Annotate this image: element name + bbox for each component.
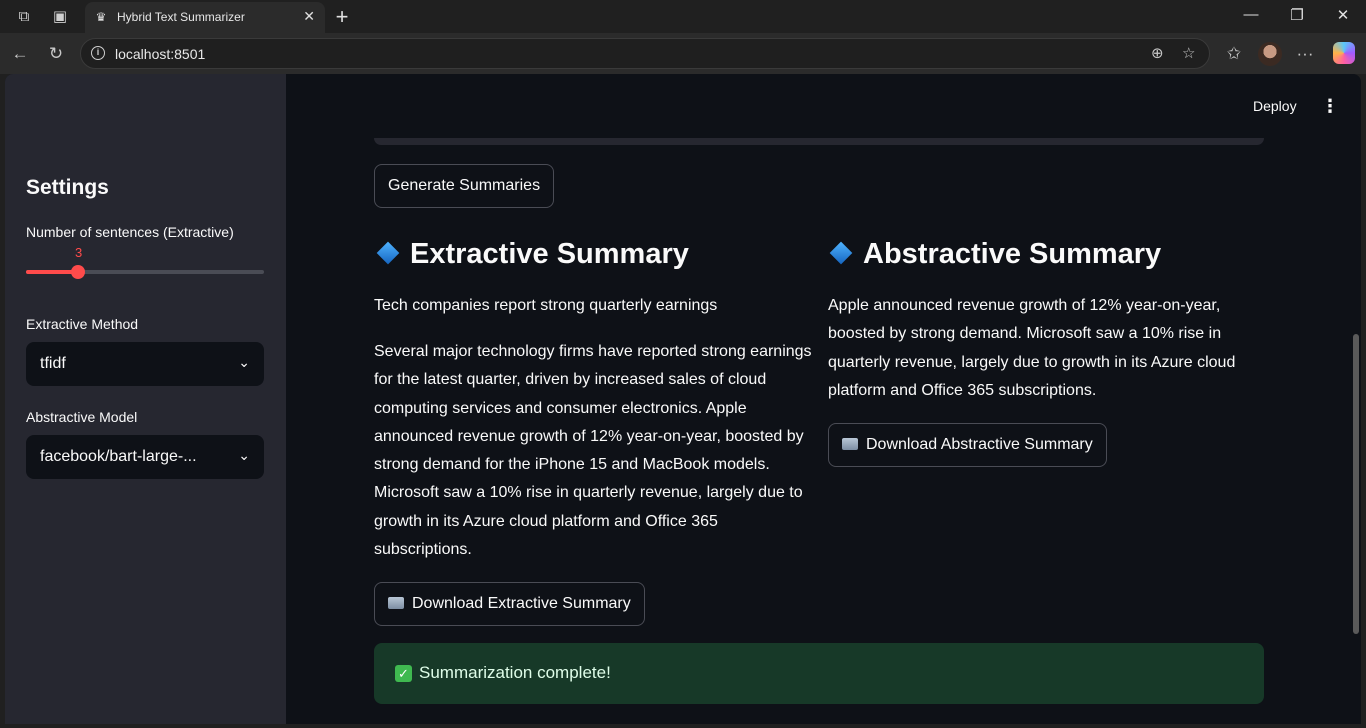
sentences-slider-track[interactable] [26, 270, 264, 274]
restore-icon[interactable]: ❐ [1282, 6, 1312, 24]
more-menu-icon[interactable]: ··· [1294, 43, 1316, 65]
vertical-tabs-icon[interactable]: ▣ [50, 7, 70, 27]
download-tray-icon [842, 437, 858, 450]
browser-tab-bar: ⧉ ▣ ♛ Hybrid Text Summarizer ✕ + — ❐ ✕ [0, 0, 1366, 33]
generate-summaries-button[interactable]: Generate Summaries [374, 164, 555, 208]
sidebar-title: Settings [26, 176, 109, 199]
download-abstractive-button[interactable]: Download Abstractive Summary [828, 423, 1107, 467]
favorite-star-icon[interactable]: ☆ [1182, 44, 1195, 62]
blue-diamond-icon [376, 242, 400, 265]
chevron-down-icon: ⌄ [238, 447, 250, 463]
reload-icon[interactable]: ↻ [45, 43, 67, 65]
main-scrollbar[interactable] [1353, 334, 1359, 634]
download-extractive-button[interactable]: Download Extractive Summary [374, 582, 645, 626]
check-mark-icon: ✓ [395, 665, 412, 682]
abstractive-model-value: facebook/bart-large-... [40, 448, 197, 465]
extractive-title: Extractive Summary [374, 238, 689, 271]
copilot-icon[interactable] [1333, 42, 1355, 64]
back-icon[interactable]: ← [9, 43, 31, 65]
abstractive-model-label: Abstractive Model [26, 409, 138, 425]
success-alert: ✓ Summarization complete! [374, 643, 1264, 704]
extractive-method-label: Extractive Method [26, 316, 139, 332]
profile-avatar[interactable] [1258, 42, 1282, 66]
streamlit-crown-icon: ♛ [95, 10, 107, 24]
main-content: Deploy ⋮ Generate Summaries Extractive S… [286, 74, 1361, 724]
sentences-slider-thumb[interactable] [71, 265, 86, 279]
browser-tab[interactable]: ♛ Hybrid Text Summarizer ✕ [85, 2, 325, 33]
extractive-method-value: tfidf [40, 355, 66, 372]
address-bar: ← ↻ i localhost:8501 ⊕ ☆ ✩ ··· [0, 33, 1366, 74]
sentences-slider-value: 3 [75, 245, 83, 260]
tab-title: Hybrid Text Summarizer [117, 10, 245, 24]
download-extractive-label: Download Extractive Summary [412, 595, 631, 612]
input-textarea[interactable] [374, 138, 1264, 145]
abstractive-title-text: Abstractive Summary [863, 238, 1162, 270]
blue-diamond-icon [829, 242, 853, 265]
extractive-title-text: Extractive Summary [410, 238, 689, 270]
zoom-icon[interactable]: ⊕ [1151, 44, 1164, 62]
extractive-body: Several major technology firms have repo… [374, 343, 812, 559]
close-window-icon[interactable]: ✕ [1328, 6, 1358, 24]
abstractive-title: Abstractive Summary [827, 238, 1161, 271]
chevron-down-icon: ⌄ [238, 354, 250, 370]
url-text[interactable]: localhost:8501 [115, 46, 205, 62]
main-menu-icon[interactable]: ⋮ [1321, 96, 1339, 117]
success-message: Summarization complete! [419, 663, 611, 682]
abstractive-model-select[interactable]: facebook/bart-large-... ⌄ [26, 435, 264, 479]
workspaces-icon[interactable]: ⧉ [14, 7, 34, 27]
favorites-icon[interactable]: ✩ [1223, 43, 1245, 65]
extractive-headline: Tech companies report strong quarterly e… [374, 297, 718, 314]
sidebar: Settings Number of sentences (Extractive… [5, 74, 286, 724]
extractive-method-select[interactable]: tfidf ⌄ [26, 342, 264, 386]
deploy-button[interactable]: Deploy [1253, 98, 1297, 114]
streamlit-app: Settings Number of sentences (Extractive… [5, 74, 1361, 724]
new-tab-button[interactable]: + [332, 4, 352, 30]
download-tray-icon [388, 596, 404, 609]
minimize-icon[interactable]: — [1236, 6, 1266, 23]
tab-close-icon[interactable]: ✕ [303, 8, 315, 25]
url-field[interactable]: i localhost:8501 ⊕ ☆ [80, 38, 1210, 69]
site-info-icon[interactable]: i [91, 46, 105, 60]
download-abstractive-label: Download Abstractive Summary [866, 436, 1093, 453]
abstractive-body: Apple announced revenue growth of 12% ye… [828, 297, 1236, 399]
sentences-slider-label: Number of sentences (Extractive) [26, 224, 234, 240]
